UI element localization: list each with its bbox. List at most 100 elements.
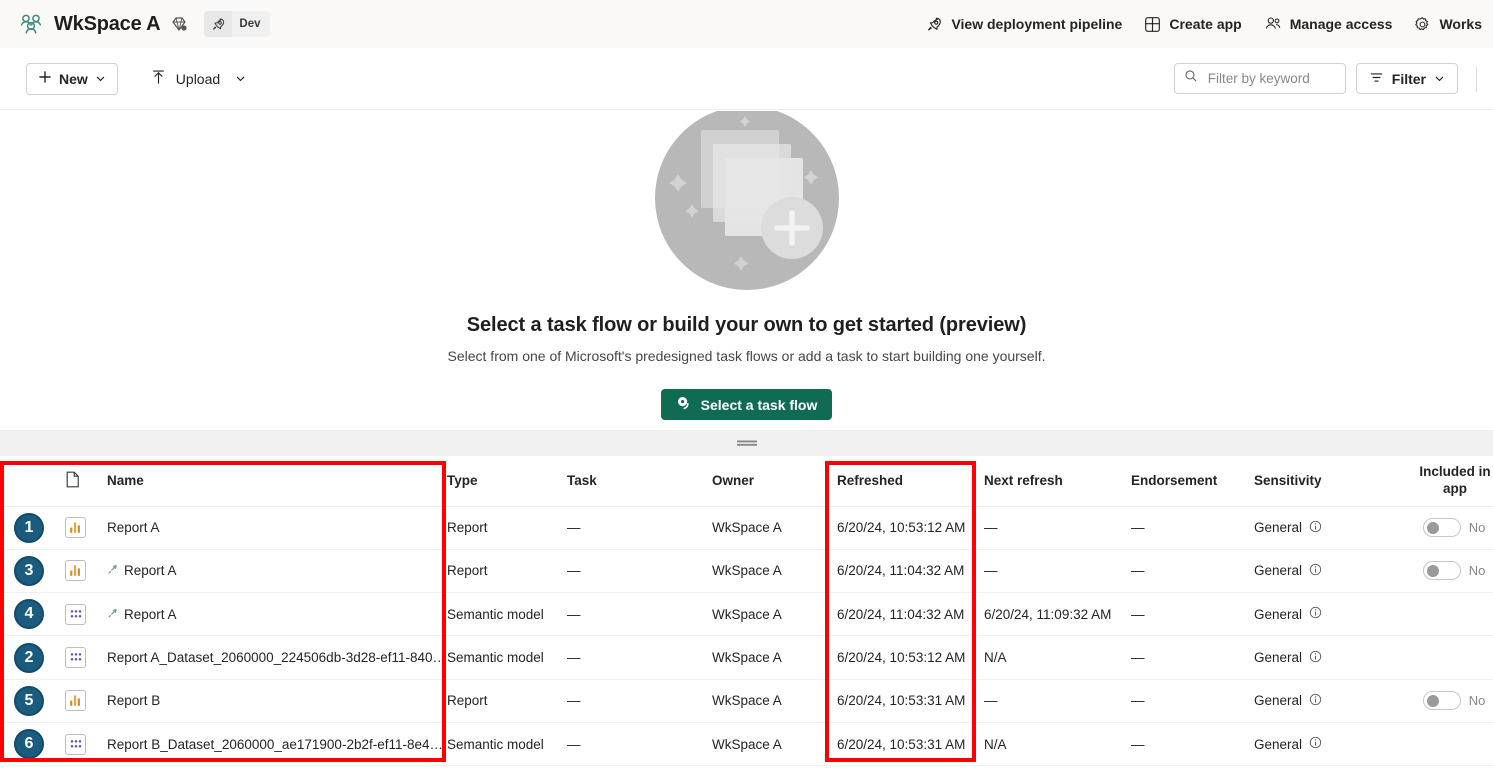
item-refreshed-cell: 6/20/24, 10:53:12 AM	[837, 506, 984, 550]
included-in-app-value: No	[1468, 520, 1486, 536]
item-type-icon-cell	[55, 592, 107, 637]
item-task-cell: —	[567, 592, 712, 637]
refreshed-column-header[interactable]: Refreshed	[837, 456, 984, 507]
item-sensitivity-cell: General	[1254, 549, 1409, 594]
info-icon[interactable]	[1309, 520, 1322, 536]
workspace-header: WkSpace A Dev View deployment pipeline C…	[0, 0, 1493, 48]
annotation-number-badge: 2	[14, 642, 44, 673]
create-app-label: Create app	[1169, 16, 1242, 32]
splitter-grip-icon	[736, 434, 758, 452]
table-row[interactable]: 3 Report A Report — WkSpace A 6/20/24, 11:04:…	[0, 549, 1493, 594]
select-task-flow-button[interactable]: Select a task flow	[660, 389, 833, 420]
endorsement-column-header[interactable]: Endorsement	[1131, 456, 1254, 507]
info-icon[interactable]	[1309, 650, 1322, 666]
next-refresh-column-header[interactable]: Next refresh	[984, 456, 1131, 507]
manage-access-button[interactable]: Manage access	[1253, 9, 1404, 39]
item-refreshed-cell: 6/20/24, 11:04:32 AM	[837, 592, 984, 637]
sensitivity-column-header[interactable]: Sensitivity	[1254, 456, 1409, 507]
header-actions: View deployment pipeline Create app Mana…	[915, 9, 1493, 39]
table-row[interactable]: 2 Report A_Dataset_2060000_224506db-3d28-…	[0, 635, 1493, 680]
item-task-cell: —	[567, 722, 712, 767]
annotation-badge-header	[0, 456, 55, 507]
workspace-page: WkSpace A Dev View deployment pipeline C…	[0, 0, 1493, 768]
dev-stage-badge[interactable]: Dev	[204, 11, 270, 37]
item-name-link[interactable]: Report B	[107, 693, 160, 708]
item-type-cell: Semantic model	[447, 635, 567, 680]
upload-button[interactable]: Upload	[140, 63, 256, 95]
task-column-header[interactable]: Task	[567, 456, 712, 507]
item-name-cell[interactable]: Report B_Dataset_2060000_ae171900-2b2f-e…	[107, 722, 447, 767]
panel-resize-splitter[interactable]	[0, 430, 1493, 456]
item-type-icon-cell	[55, 635, 107, 680]
file-type-column-header	[55, 456, 107, 507]
workspace-settings-button[interactable]: Works	[1403, 10, 1493, 39]
semantic-model-icon	[65, 647, 86, 669]
item-sensitivity-cell: General	[1254, 679, 1409, 723]
filter-button[interactable]: Filter	[1355, 63, 1458, 94]
item-name-cell[interactable]: Report A	[107, 549, 447, 594]
task-flow-heading: Select a task flow or build your own to …	[466, 314, 1027, 336]
name-column-header[interactable]: Name	[107, 456, 447, 507]
info-icon[interactable]	[1309, 736, 1322, 752]
item-sensitivity-cell: General	[1254, 506, 1409, 550]
search-icon	[1184, 69, 1198, 88]
task-flow-empty-state: Select a task flow or build your own to …	[0, 111, 1493, 430]
included-in-app-toggle[interactable]	[1422, 561, 1461, 581]
table-row[interactable]: 1 Report A Report — WkSpace A 6/20/24, 10:53:…	[0, 506, 1493, 550]
info-icon[interactable]	[1309, 606, 1322, 622]
item-sensitivity-cell: General	[1254, 592, 1409, 637]
owner-column-header[interactable]: Owner	[712, 456, 837, 507]
table-row[interactable]: 5 Report B Report — WkSpace A 6/20/24, 10:53:…	[0, 679, 1493, 723]
included-in-app-column-header[interactable]: Included in app	[1409, 456, 1493, 507]
create-app-button[interactable]: Create app	[1133, 10, 1252, 39]
item-type-icon-cell	[55, 506, 107, 550]
item-owner-cell: WkSpace A	[712, 679, 837, 723]
upload-button-label: Upload	[175, 70, 221, 87]
item-next-refresh-cell: —	[984, 679, 1131, 723]
toggle-knob	[1426, 564, 1439, 577]
item-name-link[interactable]: Report A_Dataset_2060000_224506db-3d28-e…	[107, 650, 447, 665]
new-button[interactable]: New	[26, 62, 118, 95]
included-in-app-toggle[interactable]	[1422, 691, 1461, 711]
view-deployment-pipeline-button[interactable]: View deployment pipeline	[915, 10, 1133, 39]
search-input[interactable]	[1205, 70, 1336, 87]
document-icon	[65, 471, 80, 491]
included-in-app-toggle[interactable]	[1422, 518, 1461, 538]
item-name-link[interactable]: Report B_Dataset_2060000_ae171900-2b2f-e…	[107, 737, 447, 752]
item-name-link[interactable]: Report A	[124, 607, 177, 622]
item-name-cell[interactable]: Report A	[107, 592, 447, 637]
report-chart-icon	[65, 690, 86, 712]
diamond-gem-icon	[170, 15, 188, 33]
item-name-cell[interactable]: Report B	[107, 679, 447, 723]
item-name-link[interactable]: Report A	[107, 520, 160, 535]
item-owner-cell: WkSpace A	[712, 722, 837, 767]
workspace-name: WkSpace A	[54, 12, 161, 35]
annotation-badge-cell: 5	[0, 679, 55, 723]
table-row[interactable]: 6 Report B_Dataset_2060000_ae171900-2b2f-…	[0, 722, 1493, 767]
item-refreshed-cell: 6/20/24, 11:04:32 AM	[837, 549, 984, 594]
table-row[interactable]: 4 Report A Semantic model — WkSpace A 6/20/24…	[0, 592, 1493, 637]
search-box[interactable]	[1173, 63, 1346, 94]
table-body: 1 Report A Report — WkSpace A 6/20/24, 10:53:…	[0, 506, 1493, 767]
item-task-cell: —	[567, 679, 712, 723]
deployment-pipeline-mark-icon	[107, 607, 118, 622]
chevron-down-icon	[95, 71, 106, 87]
info-icon[interactable]	[1309, 563, 1322, 579]
sensitivity-label: General	[1254, 736, 1303, 752]
type-column-header[interactable]: Type	[447, 456, 567, 507]
sensitivity-label: General	[1254, 650, 1303, 666]
item-name-cell[interactable]: Report A_Dataset_2060000_224506db-3d28-e…	[107, 635, 447, 680]
select-task-flow-label: Select a task flow	[700, 396, 818, 413]
item-name-cell[interactable]: Report A	[107, 506, 447, 550]
dev-badge-label: Dev	[239, 18, 261, 30]
item-task-cell: —	[567, 549, 712, 594]
deployment-pipeline-mark-icon	[107, 563, 118, 578]
annotation-badge-cell: 2	[0, 635, 55, 680]
info-icon[interactable]	[1309, 693, 1322, 709]
rocket-icon	[926, 16, 943, 33]
item-type-cell: Report	[447, 679, 567, 723]
item-name-link[interactable]: Report A	[124, 563, 177, 578]
upload-arrow-icon	[150, 69, 167, 89]
filter-lines-icon	[1369, 70, 1384, 88]
item-owner-cell: WkSpace A	[712, 549, 837, 594]
